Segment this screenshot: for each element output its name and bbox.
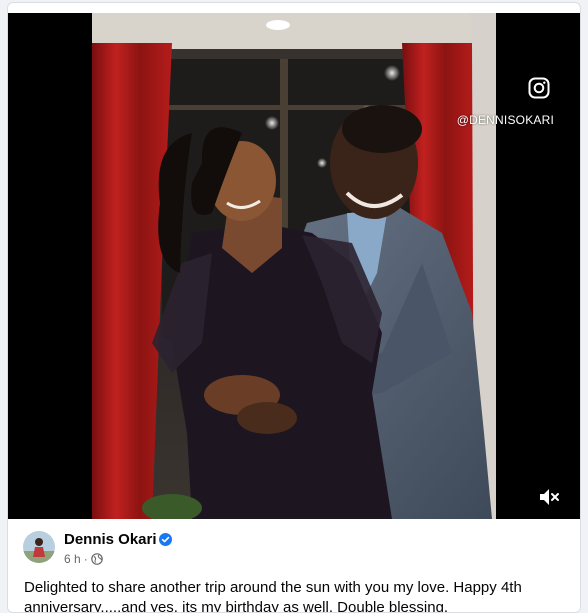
avatar[interactable] bbox=[23, 531, 55, 563]
instagram-icon bbox=[528, 77, 550, 99]
author-name[interactable]: Dennis Okari bbox=[64, 531, 157, 548]
meta-separator: · bbox=[83, 552, 88, 566]
video-watermark: @DENNISOKARI bbox=[456, 113, 554, 127]
globe-icon[interactable] bbox=[90, 553, 103, 565]
volume-mute-icon[interactable] bbox=[538, 487, 562, 507]
post-meta: 6 h · bbox=[64, 552, 103, 566]
post-header: Dennis Okari 6 h · Delighted to share an… bbox=[8, 519, 580, 612]
post-caption: Delighted to share another trip around t… bbox=[24, 579, 522, 613]
video-frame bbox=[92, 13, 496, 519]
post-video[interactable]: @DENNISOKARI bbox=[8, 13, 580, 519]
post-timestamp[interactable]: 6 h bbox=[64, 552, 81, 566]
verified-badge-icon bbox=[159, 533, 172, 546]
post-card: @DENNISOKARI Dennis Okari 6 h · Delighte… bbox=[7, 2, 581, 613]
